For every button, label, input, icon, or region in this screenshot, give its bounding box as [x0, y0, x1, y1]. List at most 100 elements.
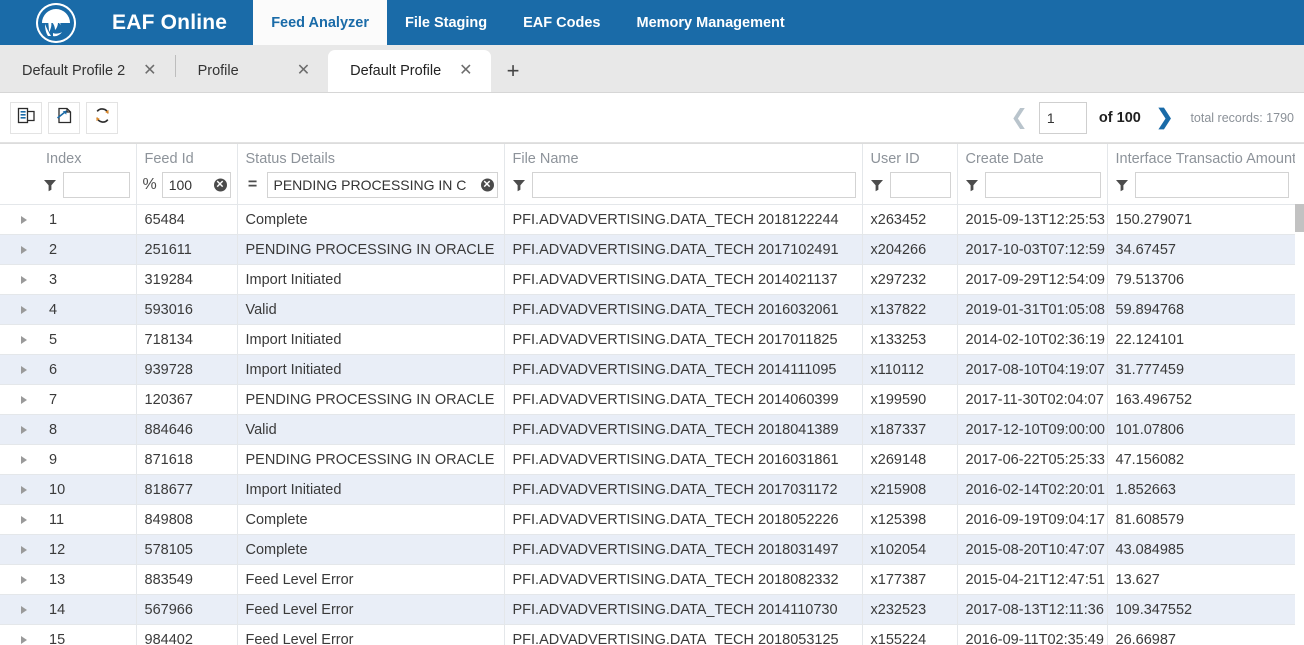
export-button[interactable]: [48, 101, 80, 134]
cell-file: PFI.ADVADVERTISING.DATA_TECH 2018041389: [504, 414, 863, 445]
table-row[interactable]: 11 849808 Complete PFI.ADVADVERTISING.DATA_…: [0, 504, 1295, 535]
row-expander-icon[interactable]: [21, 215, 27, 224]
row-expander-icon[interactable]: [21, 575, 27, 584]
filter-operator-contains-icon[interactable]: %: [143, 176, 157, 194]
row-expander-icon[interactable]: [21, 245, 27, 254]
column-header-interface-transaction-amount[interactable]: Interface Transactio Amount: [1107, 144, 1295, 205]
nav-item-feed-analyzer[interactable]: Feed Analyzer: [253, 0, 387, 45]
create-date-filter-input[interactable]: [984, 171, 1101, 198]
column-header-file-name[interactable]: File Name: [504, 144, 863, 205]
row-expander-icon[interactable]: [21, 275, 27, 284]
cell-status: Feed Level Error: [237, 564, 505, 595]
table-row[interactable]: 3 319284 Import Initiated PFI.ADVADVERTISIN…: [0, 264, 1295, 295]
row-index-cell: 10: [0, 474, 137, 505]
row-expander-icon[interactable]: [21, 455, 27, 464]
scrollbar-thumb[interactable]: [1295, 204, 1304, 232]
clear-filter-icon[interactable]: ✕: [213, 178, 227, 191]
row-expander-icon[interactable]: [21, 335, 27, 344]
filter-icon[interactable]: [511, 177, 527, 193]
row-expander-icon[interactable]: [21, 515, 27, 524]
table-row[interactable]: 14 567966 Feed Level Error PFI.ADVADVERTISI…: [0, 594, 1295, 625]
cell-status: Feed Level Error: [237, 624, 505, 645]
table-row[interactable]: 12 578105 Complete PFI.ADVADVERTISING.DATA_…: [0, 534, 1295, 565]
table-row[interactable]: 2 251611 PENDING PROCESSING IN ORACLE PFI.A…: [0, 234, 1295, 265]
column-filter-user-id: [863, 171, 957, 204]
row-expander-icon[interactable]: [21, 365, 27, 374]
row-expander-icon[interactable]: [21, 425, 27, 434]
cell-amount: 59.894768: [1107, 294, 1295, 325]
nav-item-file-staging[interactable]: File Staging: [387, 0, 505, 45]
amount-filter-input[interactable]: [1134, 171, 1289, 198]
cell-feedid: 939728: [136, 354, 238, 385]
column-header-feed-id[interactable]: Feed Id % ✕: [136, 144, 238, 205]
filter-icon[interactable]: [964, 177, 980, 193]
profile-tab-default-profile[interactable]: Default Profile ✕: [328, 50, 491, 92]
refresh-button[interactable]: [86, 101, 118, 134]
table-row[interactable]: 9 871618 PENDING PROCESSING IN ORACLE PFI.A…: [0, 444, 1295, 475]
filter-icon[interactable]: [869, 177, 885, 193]
table-row[interactable]: 1 65484 Complete PFI.ADVADVERTISING.DATA_TE…: [0, 204, 1295, 235]
cell-file: PFI.ADVADVERTISING.DATA_TECH 2018031497: [504, 534, 863, 565]
column-header-user-id[interactable]: User ID: [862, 144, 958, 205]
column-filter-file-name: [505, 171, 862, 204]
column-filter-feed-id: % ✕: [137, 171, 237, 204]
cell-amount: 22.124101: [1107, 324, 1295, 355]
column-header-create-date[interactable]: Create Date: [957, 144, 1108, 205]
cell-user: x263452: [862, 204, 958, 235]
cell-user: x133253: [862, 324, 958, 355]
filter-icon[interactable]: [1114, 177, 1130, 193]
cell-index: 13: [49, 571, 66, 588]
app-header: EAF Online Feed Analyzer File Staging EA…: [0, 0, 1304, 45]
table-row[interactable]: 7 120367 PENDING PROCESSING IN ORACLE PFI.A…: [0, 384, 1295, 415]
tab-close-icon[interactable]: ✕: [455, 61, 476, 81]
grid-vertical-scrollbar[interactable]: [1295, 204, 1304, 645]
user-id-filter-input[interactable]: [889, 171, 951, 198]
cell-feedid: 65484: [136, 204, 238, 235]
cell-status: Import Initiated: [237, 324, 505, 355]
row-expander-icon[interactable]: [21, 395, 27, 404]
index-filter-input[interactable]: [63, 171, 130, 198]
tab-close-icon[interactable]: ✕: [293, 61, 314, 81]
filter-operator-equals-icon[interactable]: =: [244, 176, 262, 194]
profile-tab-profile[interactable]: Profile ✕: [176, 50, 329, 92]
cell-status: Complete: [237, 534, 505, 565]
row-expander-icon[interactable]: [21, 605, 27, 614]
table-row[interactable]: 15 984402 Feed Level Error PFI.ADVADVERTISI…: [0, 624, 1295, 645]
column-header-index[interactable]: Index: [0, 144, 137, 205]
file-name-filter-input[interactable]: [531, 171, 856, 198]
row-index-cell: 14: [0, 594, 137, 625]
table-row[interactable]: 6 939728 Import Initiated PFI.ADVADVERTISIN…: [0, 354, 1295, 385]
table-row[interactable]: 10 818677 Import Initiated PFI.ADVADVERTISI…: [0, 474, 1295, 505]
row-index-cell: 3: [0, 264, 137, 295]
duplicate-profile-button[interactable]: [10, 101, 42, 134]
table-row[interactable]: 8 884646 Valid PFI.ADVADVERTISING.DATA_TECH…: [0, 414, 1295, 445]
tab-close-icon[interactable]: ✕: [139, 61, 160, 81]
row-index-cell: 4: [0, 294, 137, 325]
table-row[interactable]: 13 883549 Feed Level Error PFI.ADVADVERTISI…: [0, 564, 1295, 595]
filter-icon[interactable]: [42, 177, 58, 193]
row-expander-icon[interactable]: [21, 635, 27, 644]
pagination-controls: ❮ of 100 ❯ total records: 1790: [999, 101, 1298, 134]
cell-date: 2017-10-03T07:12:59: [957, 234, 1108, 265]
clear-filter-icon[interactable]: ✕: [480, 178, 494, 191]
status-details-filter-input[interactable]: [266, 171, 498, 198]
nav-item-eaf-codes[interactable]: EAF Codes: [505, 0, 618, 45]
cell-feedid: 883549: [136, 564, 238, 595]
add-tab-button[interactable]: +: [491, 50, 536, 92]
cell-feedid: 567966: [136, 594, 238, 625]
column-title: Create Date: [965, 151, 1044, 167]
cell-amount: 150.279071: [1107, 204, 1295, 235]
row-expander-icon[interactable]: [21, 545, 27, 554]
table-row[interactable]: 4 593016 Valid PFI.ADVADVERTISING.DATA_TECH…: [0, 294, 1295, 325]
page-number-input[interactable]: [1038, 101, 1087, 134]
profile-tab-default-profile-2[interactable]: Default Profile 2 ✕: [0, 50, 175, 92]
nav-item-memory-management[interactable]: Memory Management: [618, 0, 802, 45]
chevron-left-icon[interactable]: ❮: [999, 107, 1039, 128]
cell-user: x110112: [862, 354, 958, 385]
row-expander-icon[interactable]: [21, 485, 27, 494]
column-header-status-details[interactable]: Status Details = ✕: [237, 144, 505, 205]
row-expander-icon[interactable]: [21, 305, 27, 314]
cell-feedid: 818677: [136, 474, 238, 505]
chevron-right-icon[interactable]: ❯: [1145, 107, 1185, 128]
table-row[interactable]: 5 718134 Import Initiated PFI.ADVADVERTISIN…: [0, 324, 1295, 355]
